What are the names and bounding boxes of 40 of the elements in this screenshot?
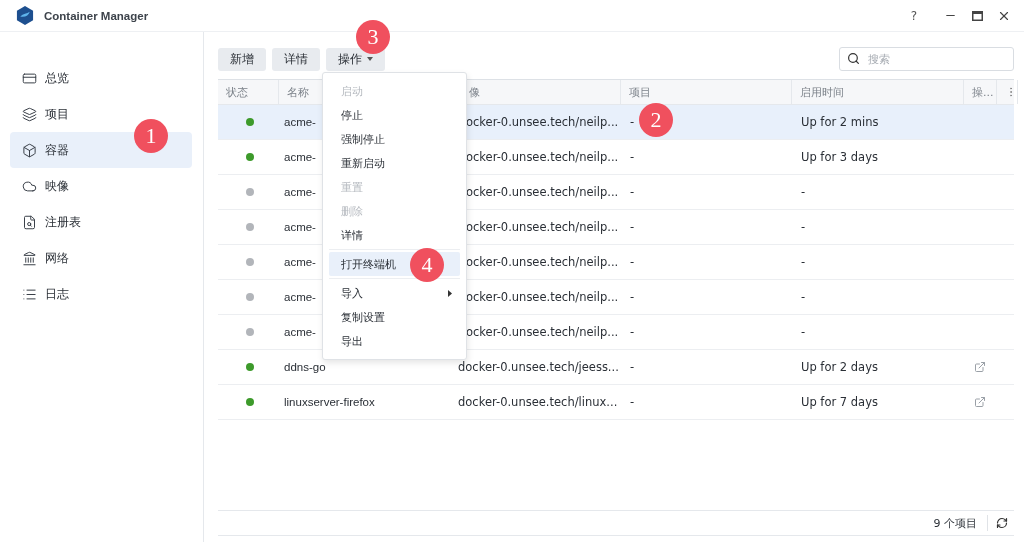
table-cell: Up for 3 days <box>801 150 878 164</box>
item-count: 9 个项目 <box>933 515 977 531</box>
table-cell: acme- <box>284 256 316 268</box>
table-cell: linuxserver-firefox <box>284 396 375 408</box>
table-cell: ocker-0.unsee.tech/neilp... <box>466 185 619 199</box>
table-cell: - <box>630 360 635 374</box>
table-cell: - <box>630 185 635 199</box>
table-cell: acme- <box>284 116 316 128</box>
table-cell: - <box>801 220 806 234</box>
table-cell: - <box>801 290 806 304</box>
table-cell: acme- <box>284 186 316 198</box>
table-cell: ocker-0.unsee.tech/neilp... <box>466 325 619 339</box>
table-cell: ocker-0.unsee.tech/neilp... <box>466 115 619 129</box>
table-cell: docker-0.unsee.tech/linux... <box>458 395 618 409</box>
table-cell: - <box>630 115 635 129</box>
table-cell: - <box>630 255 635 269</box>
table-cell: - <box>630 395 635 409</box>
step-badge-overlay: 3 <box>356 20 390 54</box>
table-cell: Up for 7 days <box>801 395 878 409</box>
table-cell: - <box>630 325 635 339</box>
table-cell: - <box>630 150 635 164</box>
table-cell: - <box>630 290 635 304</box>
step-badge-overlay: 1 <box>134 119 168 153</box>
table-cell: - <box>801 325 806 339</box>
table-cell: Up for 2 days <box>801 360 878 374</box>
table-cell: - <box>801 185 806 199</box>
table-cell: acme- <box>284 291 316 303</box>
window-title: Container Manager <box>44 9 150 22</box>
table-cell: ddns-go <box>284 361 326 373</box>
table-cell: - <box>630 220 635 234</box>
table-cell: acme- <box>284 221 316 233</box>
table-cell: acme- <box>284 326 316 338</box>
table-cell: docker-0.unsee.tech/jeess... <box>458 360 619 374</box>
table-cell: - <box>801 255 806 269</box>
table-cell: ocker-0.unsee.tech/neilp... <box>466 290 619 304</box>
table-cell: Up for 2 mins <box>801 115 879 129</box>
table-cell: ocker-0.unsee.tech/neilp... <box>466 150 619 164</box>
table-cell: acme- <box>284 151 316 163</box>
table-cell: ocker-0.unsee.tech/neilp... <box>466 220 619 234</box>
table-cell: ocker-0.unsee.tech/neilp... <box>466 255 619 269</box>
